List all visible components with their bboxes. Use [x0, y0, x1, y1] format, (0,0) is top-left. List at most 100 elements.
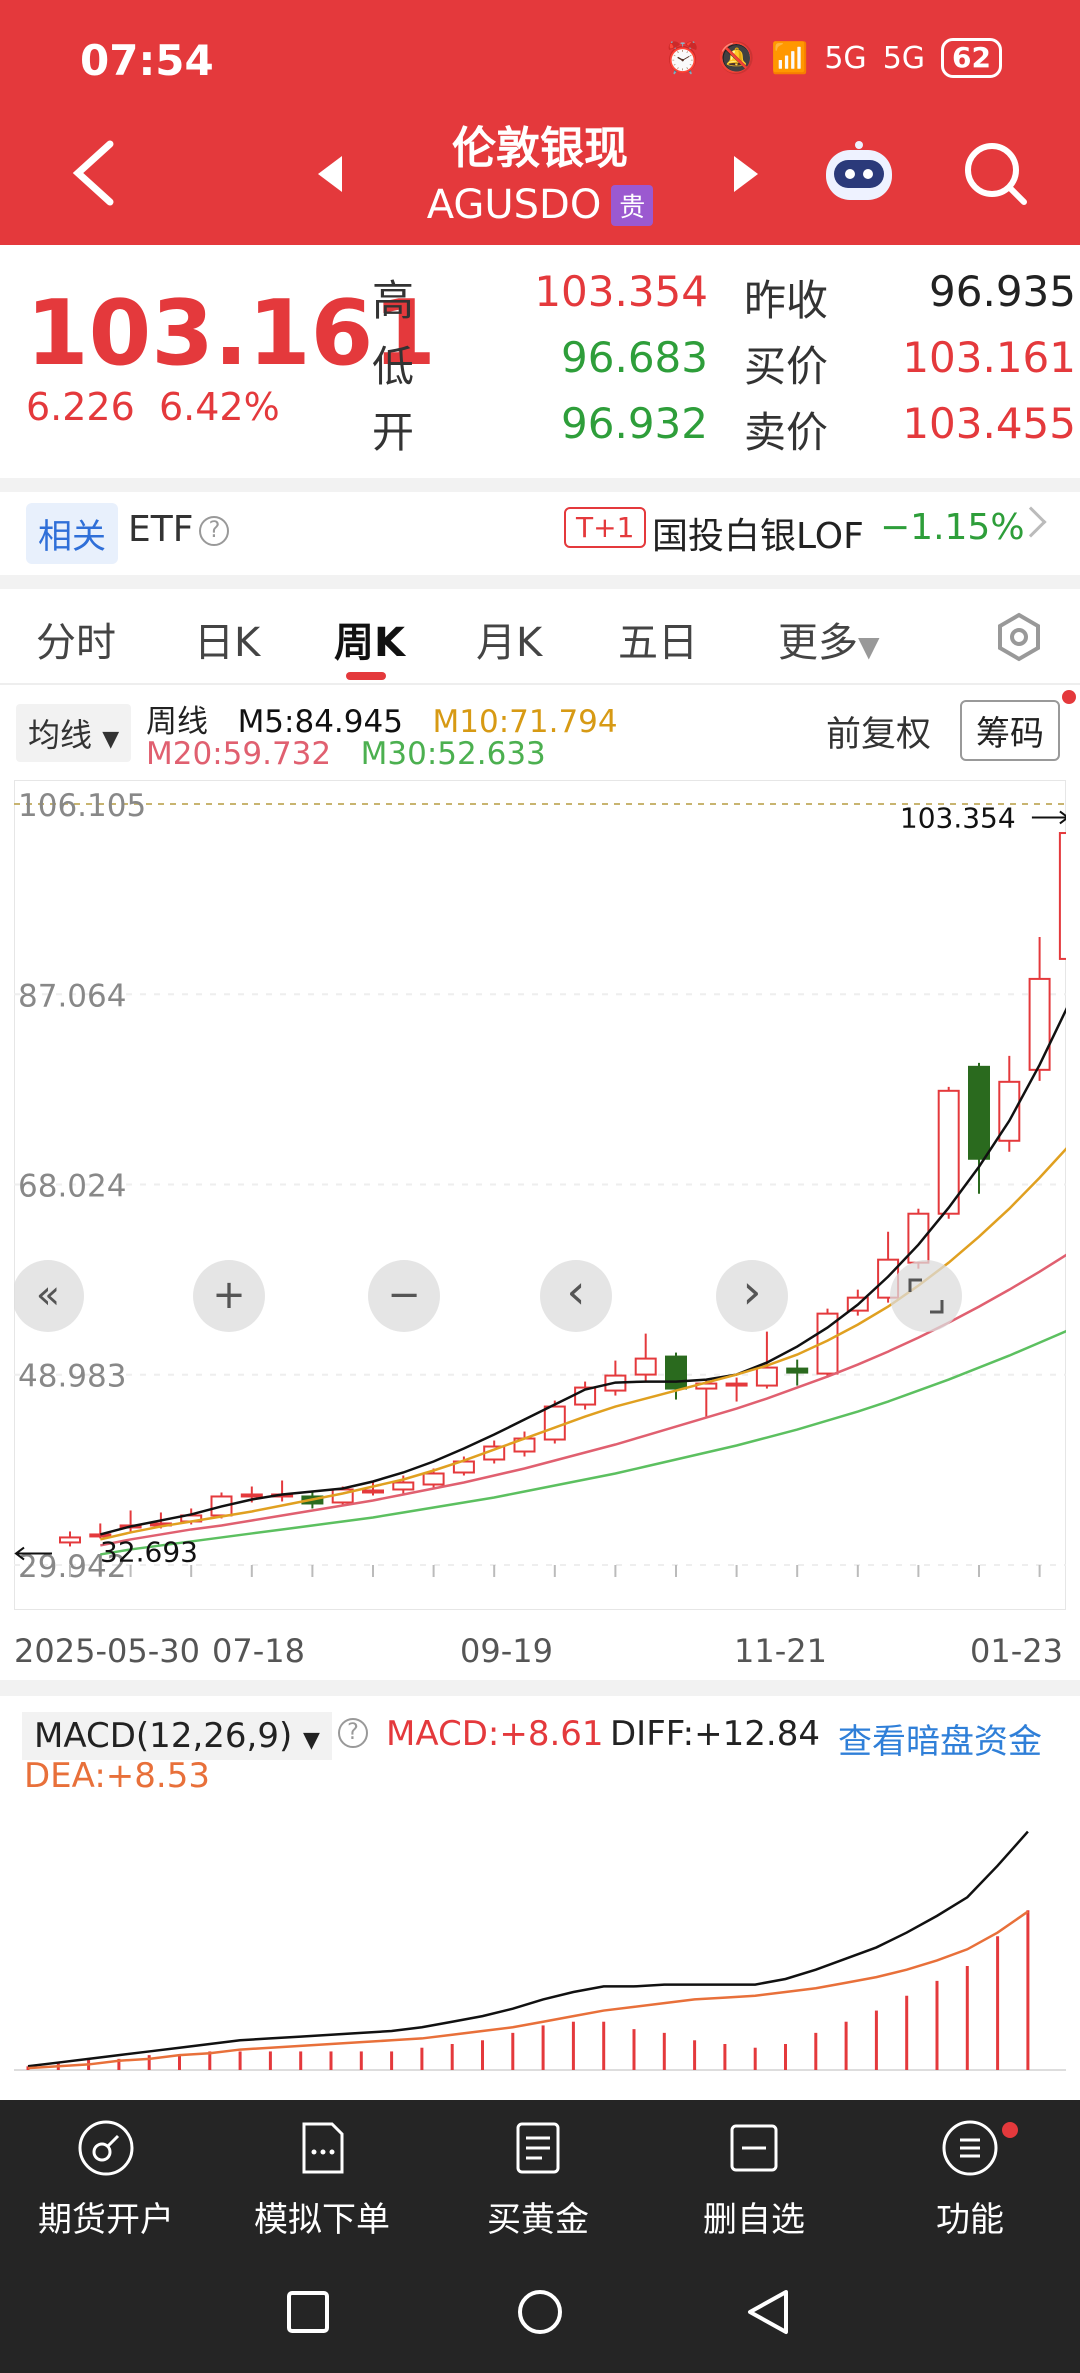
candle-body — [392, 1481, 415, 1491]
tab-five-day[interactable]: 五日 — [618, 610, 698, 668]
home-icon[interactable] — [516, 2288, 564, 2336]
candlestick-chart[interactable]: 106.10587.06468.02448.98329.942103.35432… — [14, 780, 1066, 1610]
symbol-code: AGUSDO — [426, 182, 602, 228]
related-etf-row[interactable]: 相关 ETF? T+1 国投白银LOF −1.15% — [0, 485, 1080, 575]
collapse-icon: « — [36, 1272, 60, 1318]
tab-more[interactable]: 更多▼ — [778, 610, 880, 668]
recent-apps-icon[interactable] — [286, 2290, 330, 2334]
status-icons: ⏰ 🔕 📶 5G 5G 62 — [664, 38, 1002, 78]
back-arrow-icon[interactable] — [70, 140, 118, 206]
ask-value: 103.455 — [902, 399, 1076, 448]
settings-hexagon-icon[interactable] — [994, 612, 1044, 662]
status-bar: 07:54 ⏰ 🔕 📶 5G 5G 62 — [0, 34, 1080, 94]
wifi-icon: 📶 — [770, 40, 809, 76]
diff-value: DIFF:+12.84 — [610, 1714, 820, 1754]
ma-line-1: 周线 M5:84.945 M10:71.794 — [146, 696, 618, 741]
macd-select[interactable]: MACD(12,26,9) ▼ — [22, 1712, 332, 1760]
low-value: 96.683 — [561, 333, 708, 382]
tab-more-label: 更多 — [778, 620, 858, 666]
open-label: 开 — [372, 408, 415, 457]
nav-buy-gold[interactable]: 买黄金 — [438, 2118, 638, 2241]
indicator-select[interactable]: 均线 ▼ — [16, 704, 132, 762]
tab-monthly[interactable]: 月K — [476, 610, 542, 668]
open-value: 96.932 — [561, 399, 708, 448]
nav-remove-watchlist[interactable]: 删自选 — [654, 2118, 854, 2241]
nav-label: 模拟下单 — [254, 2200, 390, 2240]
dark-pool-link[interactable]: 查看暗盘资金 — [838, 1714, 1042, 1763]
tab-intraday[interactable]: 分时 — [36, 610, 116, 668]
ma30-value: M30:52.633 — [360, 736, 546, 772]
system-nav-bar — [0, 2250, 1080, 2373]
dea-line — [27, 1910, 1029, 2070]
diff-line — [27, 1830, 1029, 2068]
tab-daily[interactable]: 日K — [194, 610, 260, 668]
alarm-icon: ⏰ — [664, 40, 702, 76]
candle-body — [1058, 832, 1066, 960]
y-tick-label: 48.983 — [18, 1359, 126, 1395]
candle-body — [755, 1366, 778, 1387]
chart-expand-button[interactable] — [890, 1260, 962, 1332]
ma-period-label: 周线 — [146, 704, 208, 740]
divider — [0, 575, 1080, 589]
signal-1-icon: 5G — [824, 40, 867, 76]
next-symbol-icon[interactable] — [734, 156, 758, 192]
prev-close-value: 96.935 — [929, 267, 1076, 316]
x-tick-label: 07-18 — [212, 1632, 305, 1670]
symbol-name: 伦敦银现 — [452, 123, 628, 174]
scroll-right-icon: › — [742, 1264, 761, 1320]
ma-legend-bar: 均线 ▼ 周线 M5:84.945 M10:71.794 M20:59.732 … — [0, 690, 1080, 780]
nav-simulated-order[interactable]: 模拟下单 — [222, 2118, 422, 2241]
period-tabs: 分时 日K 周K 月K 五日 更多▼ — [0, 590, 1080, 685]
help-icon[interactable]: ? — [338, 1718, 368, 1748]
divider — [0, 1680, 1080, 1696]
macd-value: MACD:+8.61 — [386, 1714, 604, 1754]
change-percent: 6.42% — [158, 385, 280, 429]
candle-body — [422, 1472, 445, 1486]
x-tick-label: 11-21 — [734, 1632, 827, 1670]
high-marker-label: 103.354 — [900, 801, 1016, 834]
back-triangle-icon[interactable] — [746, 2288, 790, 2336]
nav-futures-account[interactable]: 期货开户 — [6, 2118, 206, 2241]
etf-label: ETF? — [128, 509, 230, 550]
ask-label: 卖价 — [744, 408, 829, 457]
nav-functions[interactable]: 功能 — [870, 2118, 1070, 2241]
help-icon[interactable]: ? — [199, 516, 230, 546]
buy-gold-icon — [516, 2122, 560, 2174]
etf-label-text: ETF — [128, 509, 194, 550]
adjust-mode[interactable]: 前复权 — [826, 706, 931, 757]
quote-row: 开 96.932 卖价 103.455 — [372, 399, 1080, 465]
prev-close-label: 昨收 — [744, 276, 829, 325]
related-tag: 相关 — [26, 503, 118, 564]
assistant-robot-icon[interactable] — [820, 140, 898, 206]
scroll-left-icon: ‹ — [566, 1264, 585, 1320]
y-tick-label: 68.024 — [18, 1168, 126, 1204]
zoom-out-icon: − — [387, 1272, 421, 1318]
signal-2-icon: 5G — [882, 40, 926, 76]
candle-body — [937, 1089, 960, 1215]
bid-label: 买价 — [744, 342, 829, 391]
futures-account-icon — [78, 2120, 134, 2176]
bottom-nav: 期货开户 模拟下单 买黄金 删自选 功能 — [0, 2100, 1080, 2250]
candle-body — [1028, 977, 1051, 1071]
candle-body — [240, 1493, 263, 1498]
etf-change: −1.15% — [880, 507, 1025, 548]
symbol-title: 伦敦银现 AGUSDO 贵 — [300, 112, 780, 228]
quote-panel: 103.161 6.226 6.42% 高 103.354 昨收 96.935 低 96… — [0, 245, 1080, 485]
tab-weekly[interactable]: 周K — [334, 610, 405, 668]
ma-line-2: M20:59.732 M30:52.633 — [146, 736, 546, 772]
macd-chart[interactable] — [14, 1800, 1066, 2075]
chip-button[interactable]: 筹码 — [960, 700, 1060, 761]
symbol-code-row: AGUSDO 贵 — [300, 182, 780, 228]
y-tick-label: 87.064 — [18, 978, 126, 1014]
functions-menu-icon — [942, 2120, 998, 2176]
candle-body — [725, 1382, 748, 1387]
etf-name[interactable]: 国投白银LOF — [652, 507, 864, 559]
chart-frame — [14, 780, 1066, 1610]
zoom-in-icon: + — [212, 1272, 246, 1318]
simulated-order-icon — [302, 2122, 344, 2174]
candle-body — [543, 1405, 566, 1441]
active-tab-indicator — [346, 672, 386, 680]
search-icon[interactable] — [962, 140, 1030, 208]
t1-badge: T+1 — [564, 507, 647, 548]
quote-row: 高 103.354 昨收 96.935 — [372, 267, 1080, 333]
